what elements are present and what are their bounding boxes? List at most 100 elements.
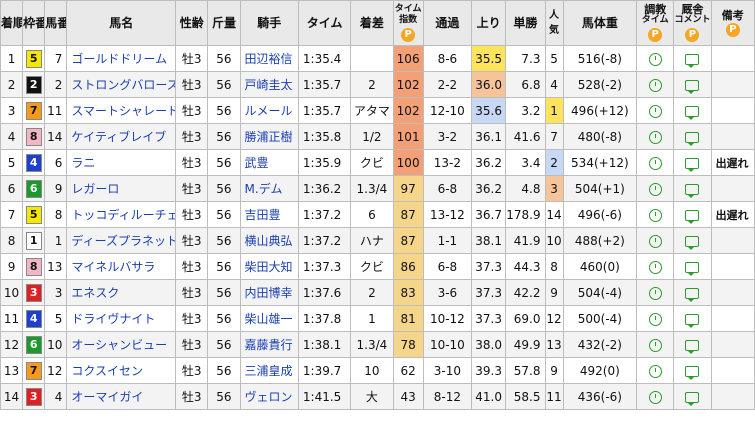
waku-badge: 7 (25, 101, 42, 120)
jockey-link[interactable]: 柴山雄一 (239, 305, 299, 332)
p-badge-icon[interactable]: P (401, 28, 416, 42)
comment-bubble-icon[interactable] (685, 261, 700, 276)
comment-cell[interactable] (673, 331, 712, 358)
horse-name-link[interactable]: ストロングバローズ (66, 71, 177, 98)
horse-name-link[interactable]: マイネルバサラ (66, 253, 177, 280)
clock-icon[interactable] (648, 182, 662, 196)
comment-bubble-icon[interactable] (685, 53, 700, 68)
comment-cell[interactable] (673, 201, 712, 228)
comment-cell[interactable] (673, 97, 712, 124)
training-cell[interactable] (636, 149, 675, 176)
comment-cell[interactable] (673, 279, 712, 306)
clock-icon[interactable] (648, 390, 662, 404)
horse-name-link[interactable]: コクスイセン (66, 357, 177, 384)
comment-cell[interactable] (673, 383, 712, 410)
horse-name-link[interactable]: ラニ (66, 149, 177, 176)
jockey-link[interactable]: 横山典弘 (239, 227, 299, 254)
clock-icon[interactable] (648, 260, 662, 274)
horse-name-link[interactable]: トッコディルーチェ (66, 201, 177, 228)
comment-bubble-icon[interactable] (685, 105, 700, 120)
jockey-link[interactable]: ルメール (239, 97, 299, 124)
horse-name-link[interactable]: レガーロ (66, 175, 177, 202)
comment-bubble-icon[interactable] (685, 131, 700, 146)
index-cell: 97 (392, 175, 424, 202)
comment-bubble-icon[interactable] (685, 157, 700, 172)
header-comment[interactable]: 厩舎 コメント P (673, 0, 712, 46)
comment-bubble-icon[interactable] (685, 391, 700, 406)
clock-icon[interactable] (648, 234, 662, 248)
comment-cell[interactable] (673, 175, 712, 202)
jockey-link[interactable]: 吉田豊 (239, 201, 299, 228)
popularity-cell: 5 (544, 45, 564, 72)
header-index[interactable]: タイム 指数 P (392, 0, 424, 46)
clock-icon[interactable] (648, 156, 662, 170)
comment-cell[interactable] (673, 357, 712, 384)
sexage-cell: 牡3 (175, 357, 209, 384)
p-badge-icon[interactable]: P (685, 28, 700, 42)
comment-bubble-icon[interactable] (685, 287, 700, 302)
horse-name-link[interactable]: スマートシャレード (66, 97, 177, 124)
horse-name-link[interactable]: ゴールドドリーム (66, 45, 177, 72)
sexage-cell: 牡3 (175, 201, 209, 228)
p-badge-icon[interactable]: P (648, 28, 663, 42)
comment-bubble-icon[interactable] (685, 339, 700, 354)
jockey-link[interactable]: 三浦皇成 (239, 357, 299, 384)
comment-cell[interactable] (673, 149, 712, 176)
jockey-link[interactable]: 嘉藤貴行 (239, 331, 299, 358)
comment-bubble-icon[interactable] (685, 79, 700, 94)
comment-bubble-icon[interactable] (685, 313, 700, 328)
training-cell[interactable] (636, 123, 675, 150)
training-cell[interactable] (636, 279, 675, 306)
comment-cell[interactable] (673, 45, 712, 72)
training-cell[interactable] (636, 201, 675, 228)
comment-cell[interactable] (673, 123, 712, 150)
comment-cell[interactable] (673, 253, 712, 280)
comment-bubble-icon[interactable] (685, 365, 700, 380)
training-cell[interactable] (636, 357, 675, 384)
horse-name-link[interactable]: ドライヴナイト (66, 305, 177, 332)
comment-bubble-icon[interactable] (685, 209, 700, 224)
training-cell[interactable] (636, 71, 675, 98)
jockey-link[interactable]: 武豊 (239, 149, 299, 176)
training-cell[interactable] (636, 175, 675, 202)
clock-icon[interactable] (648, 130, 662, 144)
clock-icon[interactable] (648, 78, 662, 92)
comment-cell[interactable] (673, 305, 712, 332)
comment-bubble-icon[interactable] (685, 183, 700, 198)
jockey-link[interactable]: M.デム (239, 175, 299, 202)
clock-icon[interactable] (648, 286, 662, 300)
jockey-link[interactable]: ヴェロン (239, 383, 299, 410)
last3f-cell: 35.6 (471, 97, 507, 124)
margin-cell: アタマ (350, 97, 394, 124)
training-cell[interactable] (636, 305, 675, 332)
training-cell[interactable] (636, 253, 675, 280)
clock-icon[interactable] (648, 338, 662, 352)
p-badge-icon[interactable]: P (725, 22, 740, 37)
clock-icon[interactable] (648, 364, 662, 378)
horse-name-link[interactable]: オーシャンビュー (66, 331, 177, 358)
comment-cell[interactable] (673, 71, 712, 98)
training-cell[interactable] (636, 227, 675, 254)
clock-icon[interactable] (648, 312, 662, 326)
training-cell[interactable] (636, 97, 675, 124)
training-cell[interactable] (636, 45, 675, 72)
clock-icon[interactable] (648, 208, 662, 222)
header-training[interactable]: 調教 タイム P (636, 0, 675, 46)
horse-name-link[interactable]: オーマイガイ (66, 383, 177, 410)
horse-name-link[interactable]: エネスク (66, 279, 177, 306)
comment-cell[interactable] (673, 227, 712, 254)
jockey-link[interactable]: 田辺裕信 (239, 45, 299, 72)
jockey-link[interactable]: 柴田大知 (239, 253, 299, 280)
clock-icon[interactable] (648, 52, 662, 66)
comment-bubble-icon[interactable] (685, 235, 700, 250)
horse-name-link[interactable]: ケイティブレイブ (66, 123, 177, 150)
jockey-link[interactable]: 内田博幸 (239, 279, 299, 306)
training-cell[interactable] (636, 331, 675, 358)
jockey-link[interactable]: 戸崎圭太 (239, 71, 299, 98)
jockey-link[interactable]: 勝浦正樹 (239, 123, 299, 150)
header-horse[interactable]: 馬名 (66, 0, 177, 46)
clock-icon[interactable] (648, 104, 662, 118)
training-cell[interactable] (636, 383, 675, 410)
horse-name-link[interactable]: ディーズプラネット (66, 227, 177, 254)
weight-cell: 56 (207, 331, 241, 358)
